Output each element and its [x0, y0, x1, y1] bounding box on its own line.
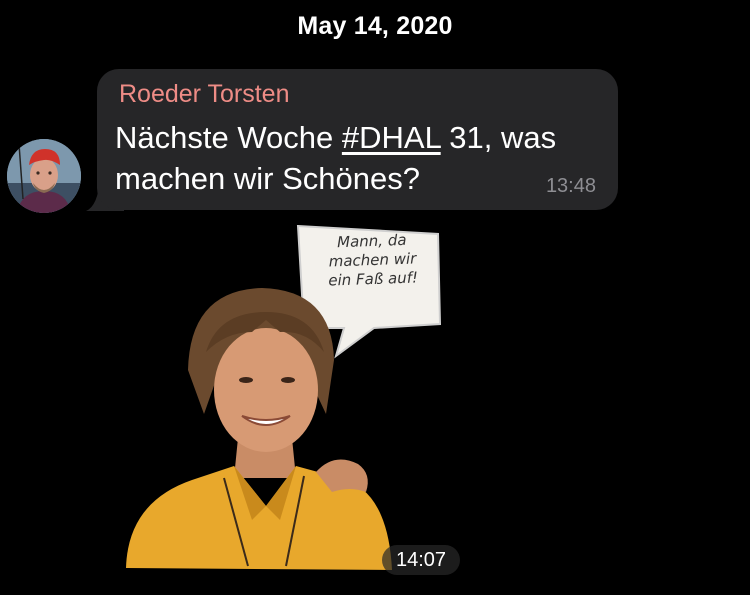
- sender-avatar[interactable]: [7, 139, 81, 213]
- message-bubble[interactable]: Roeder Torsten Nächste Woche #DHAL 31, w…: [97, 69, 618, 210]
- sticker-timestamp: 14:07: [382, 545, 460, 575]
- message-text: Nächste Woche #DHAL 31, was machen wir S…: [115, 117, 585, 199]
- sender-name[interactable]: Roeder Torsten: [119, 80, 289, 109]
- message-timestamp: 13:48: [545, 175, 596, 197]
- date-header: May 14, 2020: [297, 12, 453, 40]
- person-avatar-icon: [7, 139, 81, 213]
- message-text-start: Nächste Woche: [115, 120, 342, 155]
- sticker-speech-text: Mann, da machen wir ein Faß auf!: [304, 230, 441, 292]
- hashtag-link[interactable]: #DHAL: [342, 120, 441, 155]
